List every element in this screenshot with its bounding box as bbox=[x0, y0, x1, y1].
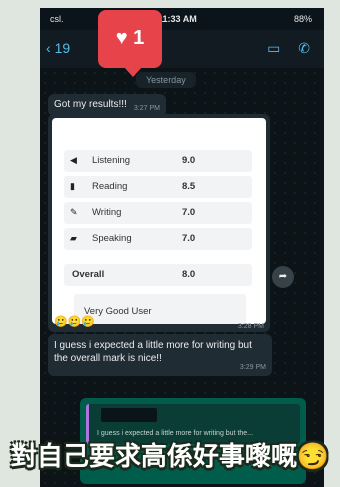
unread-count: 19 bbox=[54, 40, 71, 56]
score-row: ◀ Listening 9.0 bbox=[64, 150, 252, 172]
score-value: 8.5 bbox=[182, 181, 196, 192]
chat-area[interactable]: Yesterday Got my results!!! 3:27 PM ◀ Li… bbox=[40, 68, 324, 487]
redacted-name bbox=[101, 408, 157, 422]
video-call-icon[interactable]: ▭ bbox=[267, 40, 280, 56]
image-message-bubble[interactable]: ◀ Listening 9.0 ▮ Reading 8.5 ✎ Writing … bbox=[48, 114, 270, 332]
speech-icon: ▰ bbox=[70, 233, 77, 243]
score-row: ▰ Speaking 7.0 bbox=[64, 228, 252, 250]
phone-call-icon[interactable]: ✆ bbox=[298, 40, 310, 56]
score-label: Speaking bbox=[92, 233, 132, 244]
carrier-label: csl. bbox=[50, 14, 64, 24]
overall-row: Overall 8.0 bbox=[64, 264, 252, 286]
score-row: ▮ Reading 8.5 bbox=[64, 176, 252, 198]
band-description: Very Good User bbox=[74, 294, 246, 324]
notification-count: 1 bbox=[133, 27, 145, 49]
overall-label: Overall bbox=[72, 269, 105, 280]
heart-icon: ♥ bbox=[115, 27, 128, 49]
back-button[interactable]: ‹ 19 bbox=[46, 40, 70, 56]
score-label: Listening bbox=[92, 155, 131, 166]
message-bubble[interactable]: Got my results!!! 3:27 PM bbox=[48, 94, 166, 116]
message-bubble[interactable]: I guess i expected a little more for wri… bbox=[48, 334, 272, 376]
score-row: ✎ Writing 7.0 bbox=[64, 202, 252, 224]
chat-header: ‹ 19 ▭ ✆ bbox=[40, 30, 324, 68]
header-actions: ▭ ✆ bbox=[253, 40, 310, 57]
book-icon: ▮ bbox=[70, 181, 75, 191]
emoji-reaction: 🥲🥲🥲 bbox=[54, 316, 96, 328]
score-label: Writing bbox=[92, 207, 122, 218]
results-screenshot[interactable]: ◀ Listening 9.0 ▮ Reading 8.5 ✎ Writing … bbox=[52, 118, 266, 324]
overlay-caption: 對自己要求高係好事嚟嘅😏 bbox=[10, 441, 330, 471]
message-time: 3:29 PM bbox=[239, 364, 266, 371]
date-separator: Yesterday bbox=[136, 72, 196, 88]
score-value: 9.0 bbox=[182, 155, 196, 166]
chevron-left-icon: ‹ bbox=[46, 40, 51, 56]
overall-score: 8.0 bbox=[182, 269, 196, 280]
share-arrow-icon: ➦ bbox=[278, 271, 288, 282]
forward-button[interactable]: ➦ bbox=[272, 266, 294, 288]
message-time: 3:27 PM bbox=[133, 105, 160, 112]
status-bar: csl. 11:33 AM 88% bbox=[40, 8, 324, 30]
clock: 11:33 AM bbox=[158, 14, 197, 24]
phone-screen: csl. 11:33 AM 88% ‹ 19 ▭ ✆ ♥ 1 Yesterday… bbox=[40, 8, 324, 487]
battery-level: 88% bbox=[293, 14, 312, 24]
message-time: 3:28 PM bbox=[237, 323, 264, 330]
score-value: 7.0 bbox=[182, 207, 196, 218]
pen-icon: ✎ bbox=[70, 207, 78, 217]
megaphone-icon: ◀ bbox=[70, 155, 77, 165]
message-text: Got my results!!! bbox=[54, 99, 127, 110]
score-value: 7.0 bbox=[182, 233, 196, 244]
message-text: I guess i expected a little more for wri… bbox=[54, 340, 252, 364]
score-label: Reading bbox=[92, 181, 128, 192]
heart-notification-badge: ♥ 1 bbox=[98, 10, 162, 77]
